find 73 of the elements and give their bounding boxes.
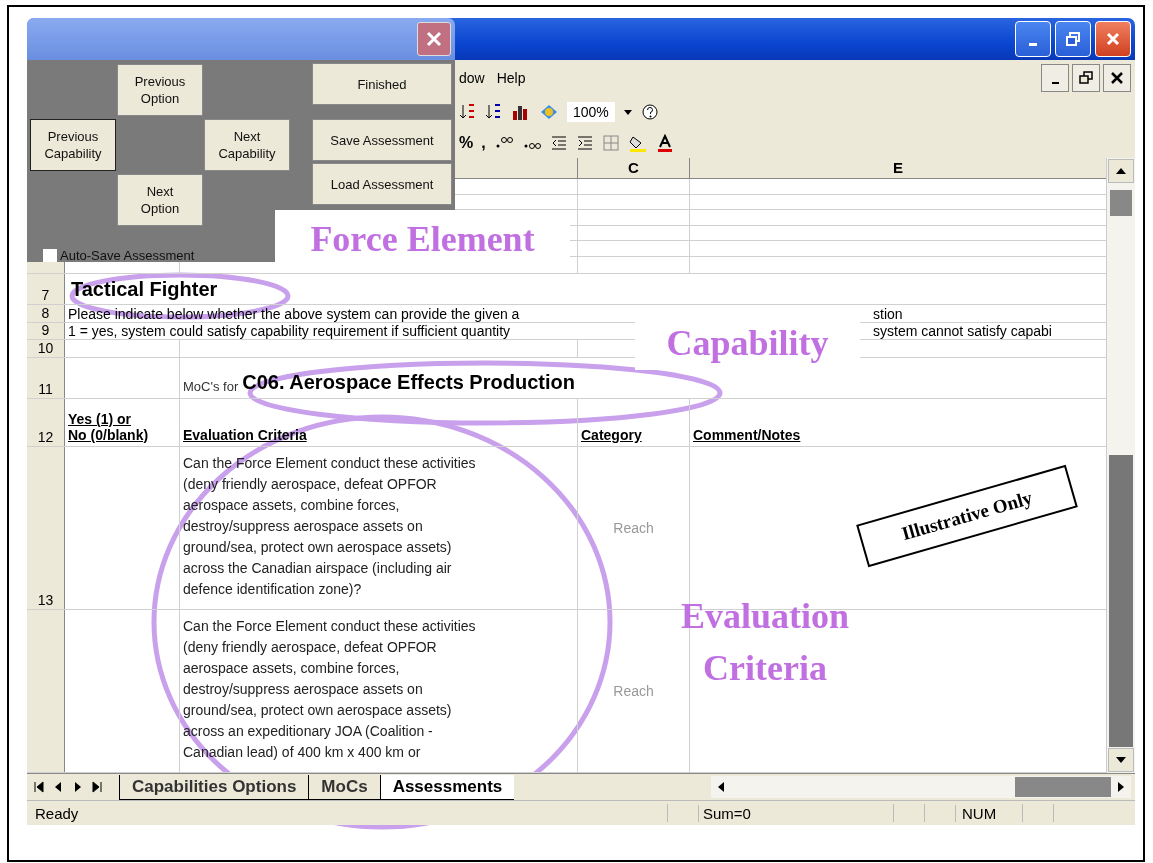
indent-icon[interactable] bbox=[575, 133, 594, 152]
help-icon[interactable] bbox=[640, 102, 659, 121]
menu-item[interactable]: dow bbox=[459, 70, 485, 86]
close-icon bbox=[1105, 31, 1121, 47]
dialog-button[interactable]: Next Option bbox=[117, 174, 203, 226]
minimize-icon bbox=[1029, 42, 1037, 46]
dialog-button[interactable]: Next Capability bbox=[204, 119, 290, 171]
row-number: 8 bbox=[41, 305, 50, 321]
num-lock-indicator: NUM bbox=[955, 804, 1022, 822]
drawing-icon[interactable] bbox=[539, 102, 559, 121]
row-header[interactable]: 8 bbox=[27, 305, 65, 322]
close-icon bbox=[1110, 71, 1124, 85]
criterion-text: Can the Force Element conduct these activities (deny friendly aerospace, defeat OPFOR aerospace assets, combine forces, destroy/suppress aerospace assets on ground/sea, protect own aerospace assets) across the Canadian airspace (including air defence identification zone)? bbox=[183, 455, 476, 598]
instruction-text: stion bbox=[873, 305, 904, 322]
scroll-thumb[interactable] bbox=[1015, 777, 1111, 797]
annotation-label: Evaluation Criteria bbox=[679, 595, 850, 690]
format-button[interactable]: % bbox=[459, 133, 474, 152]
moc-label: MoC's for bbox=[183, 378, 239, 394]
instruction-text: system cannot satisfy capabi bbox=[873, 323, 1053, 339]
vertical-scrollbar[interactable] bbox=[1106, 158, 1135, 773]
dialog-button[interactable]: Load Assessment bbox=[312, 163, 452, 205]
row-number: 12 bbox=[37, 429, 54, 446]
row-header[interactable]: 10 bbox=[27, 340, 65, 357]
outdent-icon[interactable] bbox=[549, 133, 568, 152]
category-text: Reach bbox=[613, 683, 654, 699]
column-header[interactable]: C bbox=[578, 158, 690, 178]
minimize-icon bbox=[1051, 81, 1059, 84]
format-button[interactable]: , bbox=[481, 133, 486, 152]
checkbox[interactable] bbox=[43, 248, 57, 262]
row-header[interactable]: 7 bbox=[27, 274, 65, 305]
dialog-button[interactable]: Save Assessment bbox=[312, 119, 452, 161]
column-title: Category bbox=[581, 427, 642, 444]
row-number: 10 bbox=[37, 340, 54, 356]
row-number: 9 bbox=[41, 322, 50, 339]
status-text: Ready bbox=[35, 804, 80, 822]
column-title: Yes (1) or No (0/blank) bbox=[68, 411, 149, 444]
scroll-down-icon[interactable] bbox=[1108, 748, 1134, 772]
column-title: Comment/Notes bbox=[693, 427, 801, 444]
dialog-button[interactable]: Previous Option bbox=[117, 64, 203, 116]
criterion-text: Can the Force Element conduct these activities (deny friendly aerospace, defeat OPFOR aerospace assets, combine forces, destroy/suppress aerospace assets on ground/sea, protect own aerospace assets) across an expeditionary JOA (Coalition - Canadian lead) of 400 km x 400 km or bbox=[183, 618, 476, 760]
dialog-button[interactable]: Finished bbox=[312, 63, 452, 105]
font-color-icon[interactable] bbox=[655, 133, 674, 152]
row-header[interactable]: 12 bbox=[27, 398, 65, 447]
menu-item[interactable]: Help bbox=[496, 70, 526, 86]
category-text: Reach bbox=[613, 520, 654, 536]
row-header[interactable]: 13 bbox=[27, 447, 65, 609]
row-header[interactable]: 11 bbox=[27, 357, 65, 398]
zoom-field[interactable]: 100% bbox=[567, 101, 615, 122]
row-number: 7 bbox=[41, 287, 50, 304]
row-number: 13 bbox=[37, 592, 54, 608]
restore-button[interactable] bbox=[1072, 64, 1100, 92]
row-number: 11 bbox=[38, 380, 53, 397]
system-name: Tactical Fighter bbox=[71, 277, 218, 301]
scroll-thumb[interactable] bbox=[1110, 190, 1132, 216]
close-icon bbox=[425, 30, 443, 48]
sheet-tab[interactable]: Assessments bbox=[379, 774, 515, 800]
checkbox-label: Auto-Save Assessment bbox=[60, 248, 195, 262]
sheet-tab[interactable]: Capabilities Options bbox=[119, 774, 309, 800]
scroll-up-icon[interactable] bbox=[1108, 159, 1134, 183]
capability-name: C06. Aerospace Effects Production bbox=[242, 370, 575, 394]
sheet-tab[interactable]: MoCs bbox=[308, 774, 380, 800]
row-header[interactable] bbox=[27, 610, 65, 772]
restore-icon bbox=[1065, 31, 1081, 47]
instruction-text: Please indicate below whether the above system can provide the given a bbox=[68, 305, 521, 322]
dialog-button[interactable]: Previous Capability bbox=[30, 119, 116, 171]
horizontal-scrollbar[interactable] bbox=[711, 776, 1131, 798]
restore-icon bbox=[1079, 71, 1093, 85]
sum-text: Sum=0 bbox=[698, 804, 893, 822]
close-button[interactable] bbox=[1103, 64, 1131, 92]
column-title: Evaluation Criteria bbox=[183, 427, 307, 444]
sort-descending-icon[interactable] bbox=[485, 102, 503, 121]
sort-ascending-icon[interactable] bbox=[459, 102, 477, 121]
instruction-text: 1 = yes, system could satisfy capability requirement if sufficient quantity bbox=[68, 323, 512, 339]
